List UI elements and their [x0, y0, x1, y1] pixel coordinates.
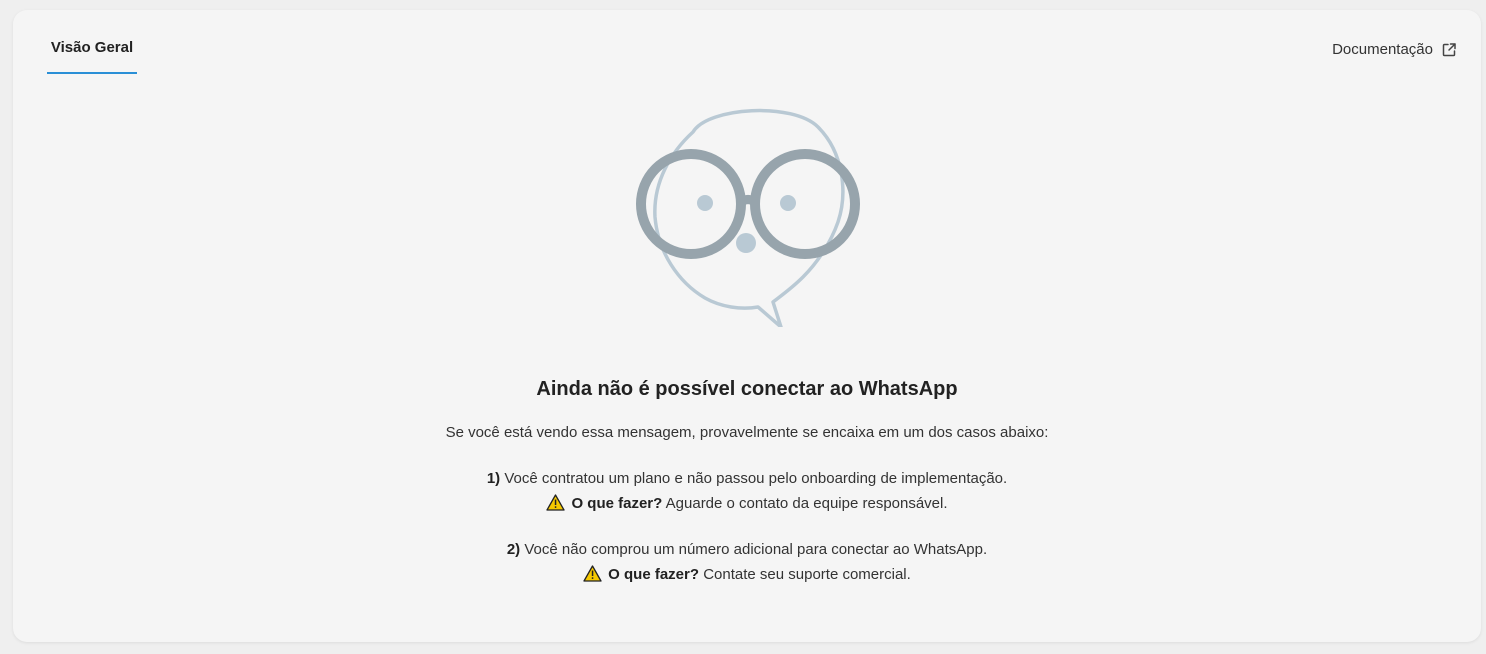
empty-state-intro: Se você está vendo essa mensagem, provav… [445, 424, 1049, 441]
case-1-text: Você contratou um plano e não passou pel… [504, 470, 1008, 487]
documentation-link[interactable]: Documentação [1332, 41, 1457, 58]
case-2-description: 2) Você não comprou um número adicional … [13, 537, 1481, 562]
case-2-action-text: Contate seu suporte comercial. [703, 566, 911, 583]
empty-state: Ainda não é possível conectar ao WhatsAp… [13, 375, 1481, 587]
tab-visao-geral[interactable]: Visão Geral [47, 39, 137, 56]
external-link-icon [1442, 42, 1456, 56]
main-card: Visão Geral Documentação Ainda não é pos… [13, 10, 1481, 642]
case-2-text: Você não comprou um número adicional par… [524, 541, 988, 558]
case-1-action-text: Aguarde o contato da equipe responsável. [665, 495, 948, 512]
speech-bubble-glasses-icon [636, 108, 860, 327]
warning-icon [546, 494, 566, 511]
case-1-action: O que fazer? Aguarde o contato da equipe… [13, 491, 1481, 516]
case-2-action-label: O que fazer? [608, 566, 700, 583]
case-2-action: O que fazer? Contate seu suporte comerci… [13, 562, 1481, 587]
empty-state-title: Ainda não é possível conectar ao WhatsAp… [536, 378, 958, 400]
warning-icon [583, 565, 602, 582]
case-1-description: 1) Você contratou um plano e não passou … [13, 466, 1481, 491]
case-1-number: 1) [486, 470, 501, 487]
case-1: 1) Você contratou um plano e não passou … [13, 466, 1481, 516]
active-tab-indicator [47, 72, 137, 74]
case-2: 2) Você não comprou um número adicional … [13, 537, 1481, 587]
case-1-action-label: O que fazer? [571, 495, 663, 512]
documentation-link-label: Documentação [1332, 41, 1433, 58]
case-2-number: 2) [506, 541, 521, 558]
